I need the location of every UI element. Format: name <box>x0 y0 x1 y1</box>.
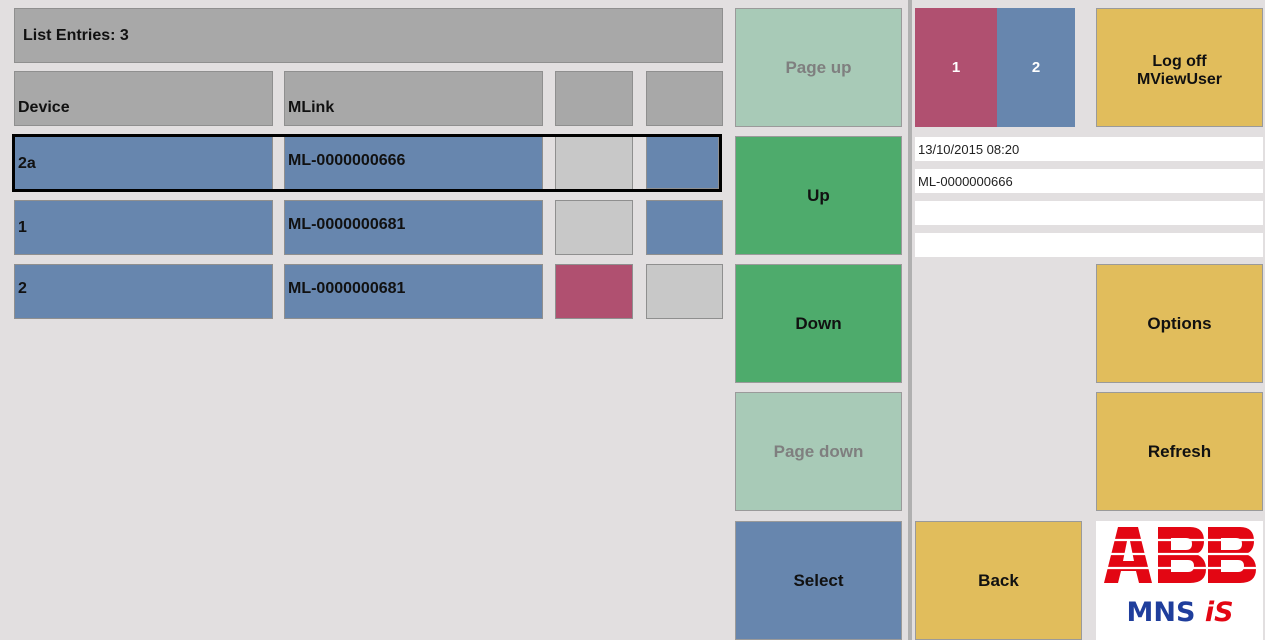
select-button[interactable]: Select <box>735 521 902 640</box>
row-status-indicator <box>555 264 633 319</box>
back-button[interactable]: Back <box>915 521 1082 640</box>
row-status-indicator <box>646 136 719 189</box>
table-row-mlink[interactable]: ML-0000000666 <box>284 136 543 191</box>
column-header-status-a[interactable] <box>555 71 633 126</box>
panel-divider <box>908 0 912 640</box>
info-field-empty <box>915 201 1263 225</box>
datetime-display: 13/10/2015 08:20 <box>915 137 1263 161</box>
abb-mns-logo: MNS iS <box>1096 521 1263 640</box>
column-header-device[interactable]: Device <box>14 71 273 126</box>
table-row-mlink[interactable]: ML-0000000681 <box>284 264 543 319</box>
tab-1[interactable]: 1 <box>915 8 997 127</box>
refresh-button[interactable]: Refresh <box>1096 392 1263 511</box>
table-row-device[interactable]: 2 <box>14 264 273 319</box>
tab-2[interactable]: 2 <box>997 8 1075 127</box>
info-field-empty <box>915 233 1263 257</box>
table-row-mlink[interactable]: ML-0000000681 <box>284 200 543 255</box>
column-header-status-b[interactable] <box>646 71 723 126</box>
options-button[interactable]: Options <box>1096 264 1263 383</box>
mns-is-wordmark: MNS iS <box>1126 597 1234 628</box>
down-button[interactable]: Down <box>735 264 902 383</box>
mlink-display: ML-0000000666 <box>915 169 1263 193</box>
abb-logo-mark <box>1104 527 1256 583</box>
row-status-indicator <box>555 136 633 191</box>
row-status-indicator <box>646 264 723 319</box>
page-up-button[interactable]: Page up <box>735 8 902 127</box>
row-status-indicator <box>555 200 633 255</box>
log-off-button[interactable]: Log off MViewUser <box>1096 8 1263 127</box>
up-button[interactable]: Up <box>735 136 902 255</box>
list-entries-header: List Entries: 3 <box>14 8 723 63</box>
list-entries-label: List Entries: 3 <box>23 26 129 44</box>
column-header-mlink[interactable]: MLink <box>284 71 543 126</box>
table-row-device[interactable]: 2a <box>14 136 273 191</box>
page-down-button[interactable]: Page down <box>735 392 902 511</box>
table-row-device[interactable]: 1 <box>14 200 273 255</box>
row-status-indicator <box>646 200 723 255</box>
